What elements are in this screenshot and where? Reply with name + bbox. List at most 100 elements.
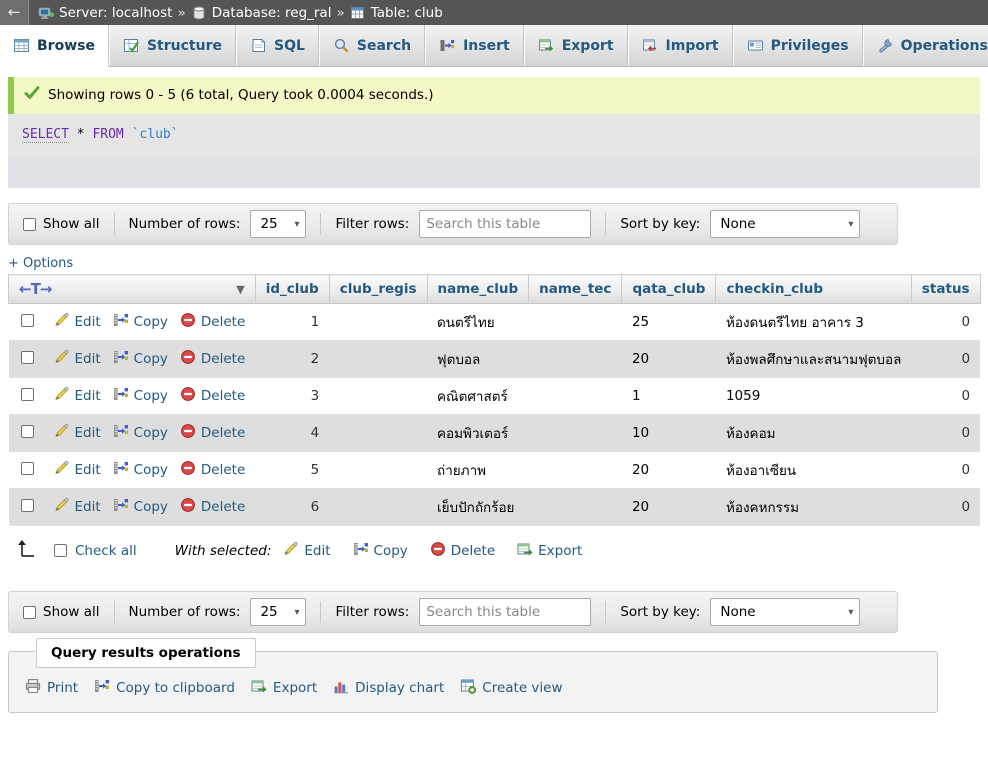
table-row[interactable]: Edit Copy Delete 4 คอมพิวเตอร์ 10 ห้องคอม 0	[8, 414, 981, 452]
column-header-name_club[interactable]: name_club	[426, 274, 530, 304]
row-select-cell[interactable]	[8, 303, 44, 341]
cell-club_regis[interactable]	[329, 377, 428, 415]
row-action-copy[interactable]: Copy	[113, 423, 168, 443]
cell-status[interactable]: 0	[911, 451, 981, 489]
tab-operations[interactable]: Operations	[862, 25, 988, 66]
tab-browse[interactable]: Browse	[0, 25, 109, 67]
row-action-edit[interactable]: Edit	[54, 497, 101, 517]
tab-import[interactable]: Import	[627, 25, 733, 66]
row-checkbox[interactable]	[20, 387, 34, 401]
cell-status[interactable]: 0	[911, 414, 981, 452]
cell-id_club[interactable]: 4	[255, 414, 330, 452]
options-toggle-link[interactable]: + Options	[8, 256, 73, 271]
with-selected-copy[interactable]: Copy	[353, 541, 408, 561]
sort-by-key-select-bottom[interactable]: None ▾	[710, 598, 861, 626]
cell-checkin_club[interactable]: ห้องคหกรรม	[715, 488, 912, 526]
table-row[interactable]: Edit Copy Delete 2 ฟุตบอล 20 ห้องพลศึกษาและส…	[8, 340, 981, 378]
query-op-copy-to-clipboard[interactable]: Copy to clipboard	[94, 678, 235, 698]
tab-insert[interactable]: Insert	[425, 25, 524, 66]
cell-checkin_club[interactable]: ห้องดนตรีไทย อาคาร 3	[715, 303, 912, 341]
row-action-copy[interactable]: Copy	[113, 349, 168, 369]
cell-club_regis[interactable]	[329, 451, 428, 489]
number-of-rows-select-bottom[interactable]: 25 ▾	[250, 598, 307, 626]
cell-name_tec[interactable]	[528, 340, 622, 378]
row-action-edit[interactable]: Edit	[54, 349, 101, 369]
table-row[interactable]: Edit Copy Delete 3 คณิตศาสตร์ 1 1059 0	[8, 377, 981, 415]
number-of-rows-select-top[interactable]: 25 ▾	[250, 210, 307, 238]
cell-qata_club[interactable]: 1	[621, 377, 716, 415]
cell-name_tec[interactable]	[528, 303, 622, 341]
cell-name_club[interactable]: ดนตรีไทย	[427, 303, 529, 341]
show-all-checkbox-box-bottom[interactable]	[23, 605, 36, 619]
row-action-copy[interactable]: Copy	[113, 497, 168, 517]
cell-status[interactable]: 0	[911, 340, 981, 378]
cell-name_club[interactable]: คณิตศาสตร์	[427, 377, 529, 415]
cell-qata_club[interactable]: 20	[621, 488, 716, 526]
cell-name_tec[interactable]	[528, 451, 622, 489]
cell-checkin_club[interactable]: ห้องอาเซียน	[715, 451, 912, 489]
column-header-club_regis[interactable]: club_regis	[328, 274, 428, 304]
cell-id_club[interactable]: 2	[255, 340, 330, 378]
cell-qata_club[interactable]: 25	[621, 303, 716, 341]
cell-status[interactable]: 0	[911, 488, 981, 526]
with-selected-export[interactable]: Export	[517, 541, 582, 561]
breadcrumb-item-server[interactable]: Server: localhost	[38, 5, 172, 21]
cell-status[interactable]: 0	[911, 303, 981, 341]
cell-name_tec[interactable]	[528, 377, 622, 415]
cell-qata_club[interactable]: 10	[621, 414, 716, 452]
cell-name_club[interactable]: ฟุตบอล	[427, 340, 529, 378]
back-button[interactable]: ←	[0, 0, 29, 25]
cell-id_club[interactable]: 1	[255, 303, 330, 341]
header-sort-controls[interactable]: ←T→ ▼	[8, 274, 256, 304]
table-row[interactable]: Edit Copy Delete 1 ดนตรีไทย 25 ห้องดนตรีไทย …	[8, 303, 981, 341]
row-checkbox[interactable]	[20, 498, 34, 512]
show-all-checkbox-box[interactable]	[23, 217, 36, 231]
cell-checkin_club[interactable]: ห้องคอม	[715, 414, 912, 452]
sort-by-key-select-top[interactable]: None ▾	[710, 210, 861, 238]
tab-structure[interactable]: Structure	[108, 25, 236, 66]
cell-club_regis[interactable]	[329, 303, 428, 341]
row-action-delete[interactable]: Delete	[180, 497, 245, 517]
column-header-checkin_club[interactable]: checkin_club	[715, 274, 912, 304]
select-arrow-icon[interactable]	[14, 538, 42, 563]
row-checkbox[interactable]	[20, 424, 34, 438]
row-checkbox[interactable]	[20, 313, 34, 327]
cell-status[interactable]: 0	[911, 377, 981, 415]
table-row[interactable]: Edit Copy Delete 6 เย็บปักถักร้อย 20 ห้องคหก…	[8, 488, 981, 526]
chevron-down-icon-header[interactable]: ▼	[236, 283, 244, 296]
check-all-checkbox-box[interactable]	[54, 544, 67, 557]
row-select-cell[interactable]	[8, 451, 44, 489]
cell-name_club[interactable]: เย็บปักถักร้อย	[427, 488, 529, 526]
check-all-checkbox[interactable]: Check all	[54, 543, 137, 559]
column-header-id_club[interactable]: id_club	[254, 274, 330, 304]
row-action-edit[interactable]: Edit	[54, 460, 101, 480]
cell-checkin_club[interactable]: 1059	[715, 377, 912, 415]
column-header-status[interactable]: status	[910, 274, 981, 304]
tab-privileges[interactable]: Privileges	[732, 25, 863, 66]
cell-id_club[interactable]: 6	[255, 488, 330, 526]
row-action-edit[interactable]: Edit	[54, 312, 101, 332]
sql-query-display[interactable]: SELECT * FROM `club`	[8, 114, 980, 158]
row-action-copy[interactable]: Copy	[113, 386, 168, 406]
row-select-cell[interactable]	[8, 377, 44, 415]
cell-qata_club[interactable]: 20	[621, 340, 716, 378]
cell-checkin_club[interactable]: ห้องพลศึกษาและสนามฟุตบอล	[715, 340, 912, 378]
cell-name_tec[interactable]	[528, 414, 622, 452]
tab-search[interactable]: Search	[318, 25, 426, 66]
cell-club_regis[interactable]	[329, 340, 428, 378]
cell-id_club[interactable]: 3	[255, 377, 330, 415]
row-action-delete[interactable]: Delete	[180, 349, 245, 369]
with-selected-edit[interactable]: Edit	[283, 541, 331, 561]
cell-club_regis[interactable]	[329, 488, 428, 526]
column-header-qata_club[interactable]: qata_club	[621, 274, 717, 304]
tab-sql[interactable]: SQL	[235, 25, 319, 66]
row-action-edit[interactable]: Edit	[54, 386, 101, 406]
row-action-delete[interactable]: Delete	[180, 423, 245, 443]
show-all-checkbox-bottom[interactable]: Show all	[23, 604, 100, 620]
cell-name_club[interactable]: ถ่ายภาพ	[427, 451, 529, 489]
breadcrumb-item-table[interactable]: Table: club	[350, 5, 443, 21]
cell-name_club[interactable]: คอมพิวเตอร์	[427, 414, 529, 452]
row-action-delete[interactable]: Delete	[180, 460, 245, 480]
row-select-cell[interactable]	[8, 488, 44, 526]
row-checkbox[interactable]	[20, 461, 34, 475]
